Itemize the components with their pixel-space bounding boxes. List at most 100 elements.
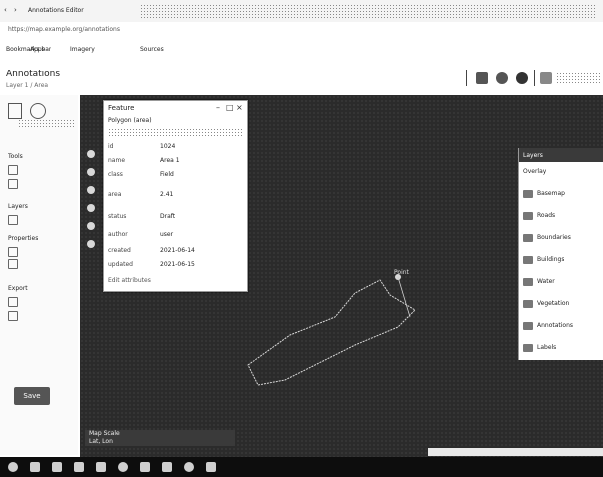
export-icon[interactable] <box>8 297 18 307</box>
attribute-row: created 2021-06-14 <box>108 247 242 257</box>
attribute-value[interactable]: Area 1 <box>160 157 242 165</box>
layer-item[interactable]: Annotations <box>523 322 603 332</box>
coordinate-readout <box>428 448 603 456</box>
layer-panel-subtitle: Overlay <box>523 168 547 175</box>
browser-back-icon[interactable]: ‹ <box>4 6 7 15</box>
layer-thumbnail-icon <box>523 278 533 286</box>
layer-item[interactable]: Boundaries <box>523 234 603 244</box>
panel-section-title: Layers <box>8 203 28 210</box>
locate-icon[interactable] <box>87 186 95 194</box>
property-icon[interactable] <box>8 247 18 257</box>
attribute-row: class Field <box>108 171 242 181</box>
app-icon[interactable] <box>96 462 106 472</box>
app-icon[interactable] <box>74 462 84 472</box>
ruler-icon[interactable] <box>87 222 95 230</box>
layers-tool-icon[interactable] <box>476 72 488 84</box>
layer-thumbnail-icon <box>523 190 533 198</box>
property-icon[interactable] <box>8 259 18 269</box>
layer-thumbnail-icon <box>523 234 533 242</box>
coords-text: Lat, Lon <box>89 438 113 445</box>
app-subtitle: Layer 1 / Area <box>6 82 49 89</box>
layer-item[interactable]: Labels <box>523 344 603 354</box>
browser-forward-icon[interactable]: › <box>14 6 17 15</box>
layer-item[interactable]: Buildings <box>523 256 603 266</box>
attribute-row: id 1024 <box>108 143 242 153</box>
toolbar-search-field[interactable] <box>556 72 600 84</box>
zoom-in-icon[interactable] <box>87 150 95 158</box>
bookmark-item[interactable]: Sources <box>140 46 164 54</box>
layer-thumbnail-icon <box>523 322 533 330</box>
bookmark-item[interactable]: Apps <box>30 46 45 54</box>
attribute-row: name Area 1 <box>108 157 242 167</box>
zoom-out-icon[interactable] <box>87 168 95 176</box>
app-icon[interactable] <box>140 462 150 472</box>
browser-tab-strip[interactable] <box>140 4 595 18</box>
layer-icon[interactable] <box>8 215 18 225</box>
toolbar-divider <box>466 70 467 86</box>
bookmark-item[interactable]: Imagery <box>70 46 95 54</box>
attribute-key: id <box>108 143 114 150</box>
map-point-label: Point <box>394 269 409 276</box>
layer-item[interactable]: Basemap <box>523 190 603 200</box>
layer-item-label: Buildings <box>537 256 565 263</box>
export-icon[interactable] <box>8 311 18 321</box>
measure-icon[interactable] <box>87 204 95 212</box>
app-icon[interactable] <box>52 462 62 472</box>
map-status-overlay: Map Scale Lat, Lon <box>85 430 235 446</box>
popup-footer-link[interactable]: Edit attributes <box>108 277 151 285</box>
browser-tab[interactable]: Annotations Editor <box>28 7 128 15</box>
layer-panel: Layers Overlay Basemap Roads Boundaries … <box>518 148 603 360</box>
map-toolbar <box>84 130 98 290</box>
attribute-key: area <box>108 191 122 198</box>
settings-icon[interactable] <box>206 462 216 472</box>
layer-item-label: Water <box>537 278 555 285</box>
attribute-value[interactable]: 1024 <box>160 143 242 151</box>
os-taskbar <box>0 457 603 477</box>
annotation-polygon[interactable] <box>247 279 416 386</box>
layer-thumbnail-icon <box>523 300 533 308</box>
attribute-value[interactable]: 2.41 <box>160 191 242 199</box>
leader-line <box>397 276 411 318</box>
popup-header-fill <box>108 128 242 136</box>
layer-item[interactable]: Vegetation <box>523 300 603 310</box>
browser-tab-bar: ‹ › Annotations Editor <box>0 0 603 22</box>
app-icon[interactable] <box>162 462 172 472</box>
info-icon[interactable] <box>30 103 46 119</box>
panel-tabs[interactable] <box>18 119 74 127</box>
save-button[interactable]: Save <box>14 387 50 405</box>
maximize-icon[interactable]: □ <box>226 103 234 112</box>
search-icon[interactable] <box>8 462 18 472</box>
minimize-icon[interactable]: – <box>216 103 220 112</box>
panel-section-title: Export <box>8 285 28 292</box>
polygon-tool-icon[interactable] <box>87 240 95 248</box>
attribute-value[interactable]: 2021-06-15 <box>160 261 242 269</box>
layer-item-label: Basemap <box>537 190 565 197</box>
attribute-key: author <box>108 231 128 238</box>
draw-icon[interactable] <box>8 165 18 175</box>
attribute-value[interactable]: user <box>160 231 242 239</box>
refresh-tool-icon[interactable] <box>516 72 528 84</box>
layer-item[interactable]: Water <box>523 278 603 288</box>
close-icon[interactable]: × <box>236 103 243 112</box>
select-icon[interactable] <box>8 179 18 189</box>
attribute-row: author user <box>108 231 242 241</box>
layer-item[interactable]: Roads <box>523 212 603 222</box>
bookmarks-bar: Bookmarks bar Apps Imagery Sources <box>0 44 603 58</box>
layer-thumbnail-icon <box>523 256 533 264</box>
attribute-value[interactable]: Field <box>160 171 242 179</box>
browser-icon[interactable] <box>118 462 128 472</box>
app-icon[interactable] <box>184 462 194 472</box>
attribute-value[interactable]: 2021-06-14 <box>160 247 242 255</box>
layer-thumbnail-icon <box>523 344 533 352</box>
attribute-value[interactable]: Draft <box>160 213 242 221</box>
scale-text: Map Scale <box>89 430 120 437</box>
task-view-icon[interactable] <box>30 462 40 472</box>
attribute-key: status <box>108 213 127 220</box>
address-bar[interactable]: https://map.example.org/annotations <box>0 22 603 36</box>
address-text[interactable]: https://map.example.org/annotations <box>8 26 208 34</box>
settings-tool-icon[interactable] <box>540 72 552 84</box>
star-tool-icon[interactable] <box>496 72 508 84</box>
file-icon[interactable] <box>8 103 22 119</box>
attribute-row: area 2.41 <box>108 191 242 201</box>
app-title: Annotations <box>6 70 61 79</box>
